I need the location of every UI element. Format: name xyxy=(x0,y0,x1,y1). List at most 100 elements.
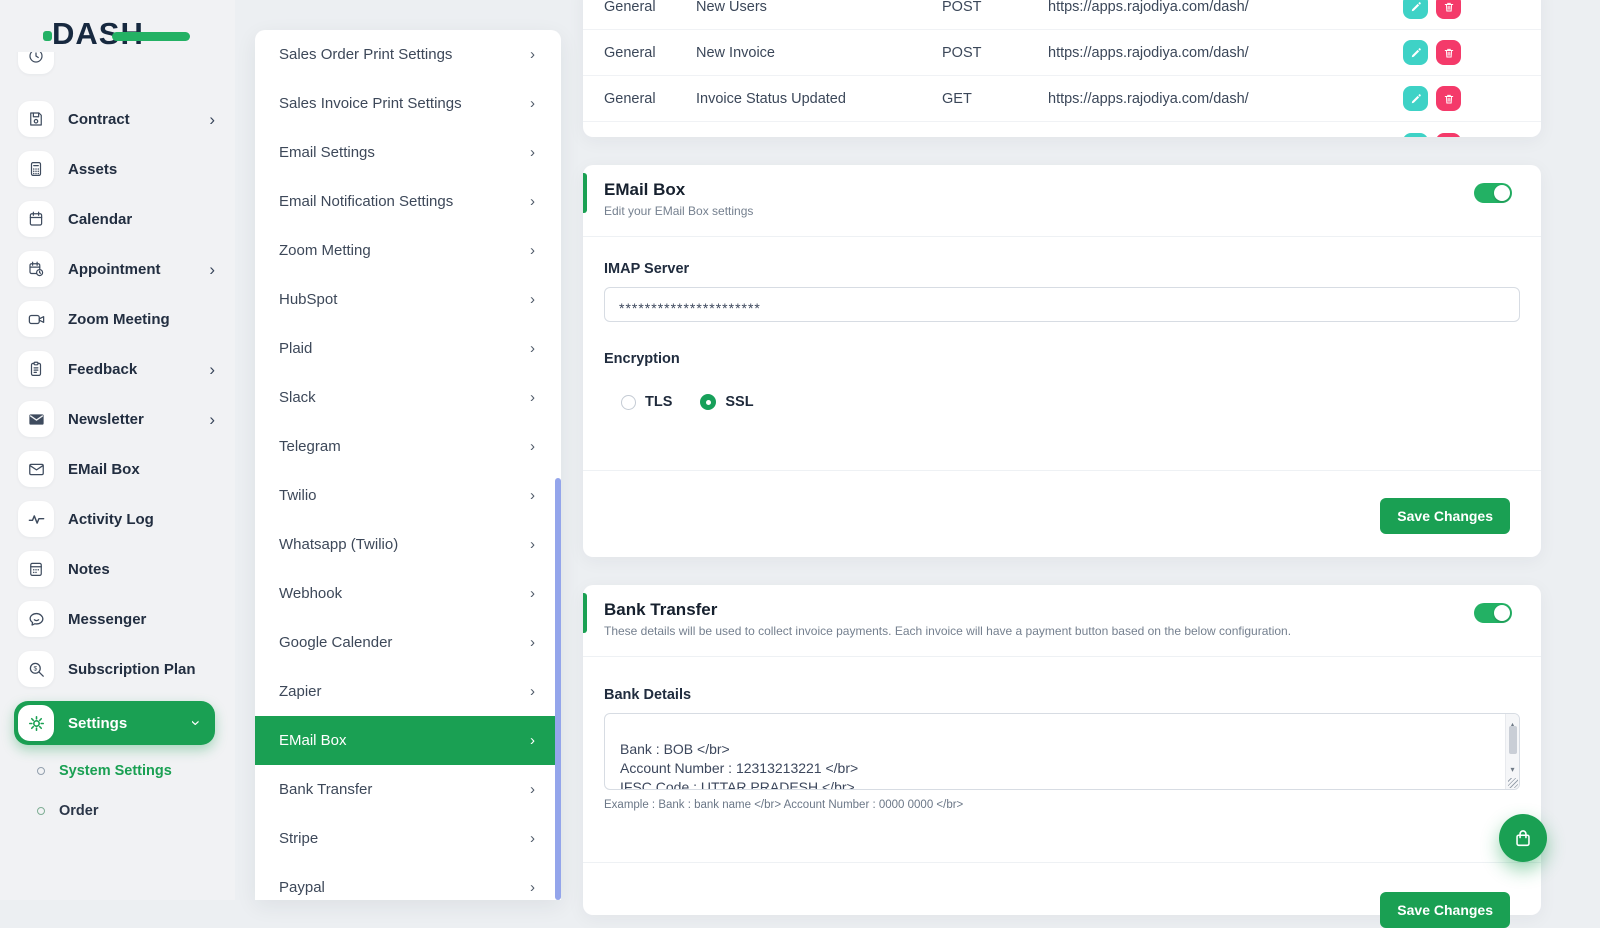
sidebar-item[interactable]: Activity Log xyxy=(18,501,215,537)
sidebar-item-icon xyxy=(18,501,54,537)
settings-submenu-panel: Sales Order Print Settings Sales Invoice… xyxy=(255,30,561,900)
email-box-card: EMail Box Edit your EMail Box settings I… xyxy=(583,165,1541,557)
chevron-right-icon xyxy=(530,389,535,406)
toggle-knob xyxy=(1494,185,1510,201)
cell-method: POST xyxy=(942,0,1048,15)
sidebar-item-settings[interactable]: Settings xyxy=(14,701,215,745)
sidebar-item[interactable]: $ Subscription Plan xyxy=(18,651,215,687)
radio-tls[interactable]: TLS xyxy=(621,394,672,410)
sidebar-item[interactable]: Contract xyxy=(18,101,215,137)
chevron-right-icon xyxy=(530,585,535,602)
sidebar-subitem-label: System Settings xyxy=(59,763,172,779)
logo-dash-accent xyxy=(112,32,190,41)
sidebar-item-label: Zoom Meeting xyxy=(68,311,170,328)
sidebar-item[interactable]: EMail Box xyxy=(18,451,215,487)
email-box-header: EMail Box Edit your EMail Box settings xyxy=(583,165,1541,237)
email-box-footer: Save Changes xyxy=(583,470,1541,557)
gear-icon xyxy=(18,705,54,741)
submenu-item[interactable]: EMail Box xyxy=(255,716,561,765)
resize-grip-icon[interactable] xyxy=(1508,778,1518,788)
submenu-item[interactable]: Sales Order Print Settings xyxy=(255,30,561,79)
delete-button[interactable] xyxy=(1436,133,1461,138)
submenu-item[interactable]: Telegram xyxy=(255,422,561,471)
delete-button[interactable] xyxy=(1436,0,1461,19)
submenu-item[interactable]: Sales Invoice Print Settings xyxy=(255,79,561,128)
chevron-right-icon xyxy=(209,411,215,428)
bank-transfer-toggle[interactable] xyxy=(1474,603,1512,623)
cell-url: https://apps.rajodiya.com/dash/ xyxy=(1048,0,1403,15)
delete-button[interactable] xyxy=(1436,40,1461,65)
bank-details-textarea[interactable]: Bank : BOB </br> Account Number : 123132… xyxy=(604,713,1520,790)
save-changes-button[interactable]: Save Changes xyxy=(1380,892,1510,928)
submenu-item-label: HubSpot xyxy=(279,291,337,308)
submenu-item[interactable]: Zoom Metting xyxy=(255,226,561,275)
submenu-item[interactable]: Slack xyxy=(255,373,561,422)
submenu-item[interactable]: Google Calender xyxy=(255,618,561,667)
chevron-right-icon xyxy=(209,361,215,378)
submenu-item[interactable]: Twilio xyxy=(255,471,561,520)
sidebar-item-icon xyxy=(18,201,54,237)
submenu-item[interactable]: Whatsapp (Twilio) xyxy=(255,520,561,569)
card-accent-bar xyxy=(583,173,587,213)
sidebar-item-icon xyxy=(18,351,54,387)
pencil-icon xyxy=(1410,93,1422,105)
save-changes-button[interactable]: Save Changes xyxy=(1380,498,1510,534)
scroll-down-icon[interactable] xyxy=(1506,760,1519,779)
submenu-item-label: Telegram xyxy=(279,438,341,455)
sidebar-subitem-system-settings[interactable]: System Settings xyxy=(37,757,215,785)
edit-button[interactable] xyxy=(1403,40,1428,65)
sidebar-item[interactable]: Calendar xyxy=(18,201,215,237)
trash-icon xyxy=(1443,93,1455,105)
cell-action: Invoice Status Updated xyxy=(696,91,942,107)
sidebar-item[interactable]: Newsletter xyxy=(18,401,215,437)
email-box-toggle[interactable] xyxy=(1474,183,1512,203)
bullet-icon xyxy=(37,807,45,815)
submenu-item[interactable]: Paypal xyxy=(255,863,561,900)
submenu-item[interactable]: Plaid xyxy=(255,324,561,373)
sidebar-item[interactable]: Messenger xyxy=(18,601,215,637)
radio-ssl[interactable]: SSL xyxy=(700,394,753,410)
edit-button[interactable] xyxy=(1403,0,1428,19)
sidebar-item-icon xyxy=(18,401,54,437)
submenu-item[interactable]: Email Notification Settings xyxy=(255,177,561,226)
submenu-item[interactable]: HubSpot xyxy=(255,275,561,324)
shop-fab-button[interactable] xyxy=(1499,814,1547,862)
sidebar-item[interactable]: Feedback xyxy=(18,351,215,387)
chevron-right-icon xyxy=(530,95,535,112)
card-subtitle: Edit your EMail Box settings xyxy=(604,204,1541,218)
encryption-label: Encryption xyxy=(604,351,1520,367)
sidebar-item-icon xyxy=(18,251,54,287)
sidebar-item[interactable]: Notes xyxy=(18,551,215,587)
submenu-scrollbar-thumb[interactable] xyxy=(555,478,561,900)
radio-ssl-label: SSL xyxy=(725,394,753,410)
submenu-item[interactable]: Webhook xyxy=(255,569,561,618)
cell-method: POST xyxy=(942,45,1048,61)
edit-button[interactable] xyxy=(1403,133,1428,138)
bank-transfer-card: Bank Transfer These details will be used… xyxy=(583,585,1541,915)
sidebar-item[interactable]: Appointment xyxy=(18,251,215,287)
sidebar-item-label: Feedback xyxy=(68,361,137,378)
submenu-item[interactable]: Zapier xyxy=(255,667,561,716)
sidebar-item[interactable]: Assets xyxy=(18,151,215,187)
sidebar-item-clipped[interactable] xyxy=(18,52,215,74)
pencil-icon xyxy=(1410,47,1422,59)
card-title: Bank Transfer xyxy=(604,600,1541,620)
cell-url: https://apps.rajodiya.com/dash/ xyxy=(1048,91,1403,107)
submenu-item-label: Twilio xyxy=(279,487,317,504)
sidebar-item[interactable]: Zoom Meeting xyxy=(18,301,215,337)
delete-button[interactable] xyxy=(1436,86,1461,111)
sidebar-item-label: Activity Log xyxy=(68,511,154,528)
submenu-item[interactable]: Email Settings xyxy=(255,128,561,177)
imap-server-input[interactable] xyxy=(604,287,1520,322)
edit-button[interactable] xyxy=(1403,86,1428,111)
bank-details-value: Bank : BOB </br> Account Number : 123132… xyxy=(620,741,877,790)
submenu-item-label: Google Calender xyxy=(279,634,392,651)
brand-logo: DASH xyxy=(52,16,144,56)
submenu-item[interactable]: Stripe xyxy=(255,814,561,863)
submenu-item[interactable]: Bank Transfer xyxy=(255,765,561,814)
scrollbar-thumb[interactable] xyxy=(1509,726,1517,754)
chevron-right-icon xyxy=(530,634,535,651)
submenu-item-label: Email Settings xyxy=(279,144,375,161)
footer-divider xyxy=(583,862,1541,863)
sidebar-subitem-order[interactable]: Order xyxy=(37,797,215,825)
